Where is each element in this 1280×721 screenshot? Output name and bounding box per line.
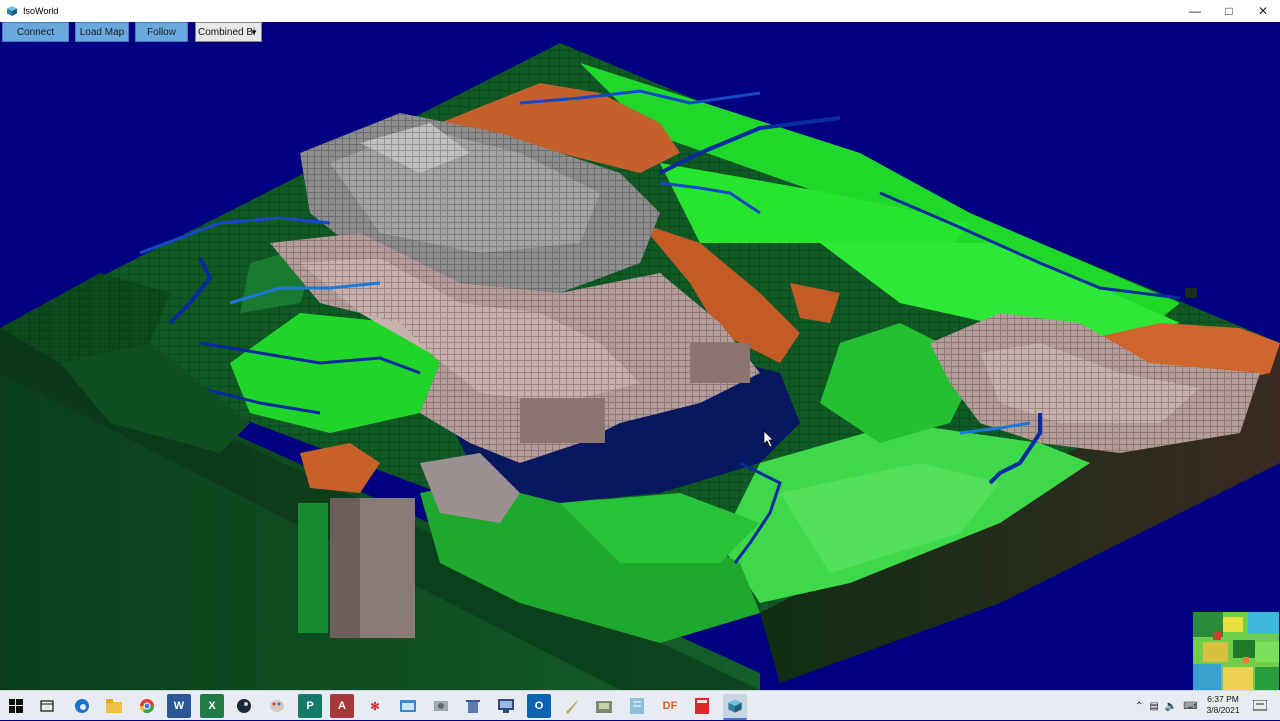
edge-icon[interactable] — [70, 694, 94, 718]
isoworld-taskbar-icon[interactable] — [723, 694, 747, 720]
maximize-icon: □ — [1225, 4, 1233, 18]
network-icon[interactable]: ▤ — [1149, 701, 1158, 712]
outlook-icon[interactable]: O — [527, 694, 551, 718]
minimap[interactable] — [1193, 612, 1279, 690]
volume-icon[interactable]: 🔈 — [1165, 701, 1177, 712]
toolbar: Connect Load Map Follow Combined Bi ▼ — [0, 22, 1280, 43]
system-tray: ⌃ ▤ 🔈 ⌨ — [1135, 691, 1198, 721]
close-button[interactable]: ✕ — [1246, 0, 1280, 22]
chevron-down-icon: ▼ — [250, 28, 258, 37]
view-mode-value: Combined Bi — [198, 26, 256, 38]
title-bar: IsoWorld — □ ✕ — [0, 0, 1280, 22]
isometric-terrain — [0, 43, 1280, 690]
chrome-icon[interactable] — [135, 694, 159, 718]
close-icon: ✕ — [1257, 4, 1269, 18]
df-label: DF — [662, 700, 678, 712]
sword-icon[interactable] — [560, 694, 584, 718]
settings-window-icon[interactable] — [494, 694, 518, 718]
disk-icon[interactable] — [429, 694, 453, 718]
chevron-up-icon[interactable]: ⌃ — [1135, 701, 1143, 712]
game-icon[interactable] — [592, 694, 616, 718]
excel-icon[interactable]: X — [200, 694, 224, 718]
file-explorer-icon[interactable] — [102, 694, 126, 718]
isoworld-cube-icon — [7, 6, 17, 16]
notification-icon[interactable] — [1253, 691, 1267, 721]
task-view-icon[interactable] — [35, 694, 59, 718]
paint-icon[interactable] — [265, 694, 289, 718]
red-book-icon[interactable] — [690, 694, 714, 718]
access-icon[interactable]: A — [330, 694, 354, 718]
cliff-pillar-shade — [330, 498, 360, 638]
trash-icon[interactable] — [461, 694, 485, 718]
app-window-icon[interactable] — [396, 694, 420, 718]
cliff-green — [298, 503, 328, 633]
maximize-button[interactable]: □ — [1212, 0, 1246, 22]
connect-button[interactable]: Connect — [2, 22, 69, 42]
word-icon[interactable]: W — [167, 694, 191, 718]
steam-icon[interactable] — [232, 694, 256, 718]
windows-start-icon[interactable] — [4, 694, 28, 718]
keyboard-icon[interactable]: ⌨ — [1183, 701, 1197, 712]
notebook-icon[interactable] — [625, 694, 649, 718]
clock-time: 6:37 PM — [1207, 694, 1239, 704]
taskbar: W X P A ✻ O DF ⌃ ▤ 🔈 ⌨ 6:37 PM 3/8/2021 — [0, 690, 1280, 720]
window-title: IsoWorld — [23, 6, 59, 16]
minimize-icon: — — [1189, 4, 1201, 18]
view-mode-select[interactable]: Combined Bi ▼ — [195, 22, 262, 42]
world-viewport[interactable] — [0, 43, 1280, 690]
acrobat-icon[interactable]: ✻ — [363, 694, 387, 718]
follow-button[interactable]: Follow — [135, 22, 188, 42]
clock-date: 3/8/2021 — [1206, 705, 1240, 715]
clock[interactable]: 6:37 PM 3/8/2021 — [1198, 694, 1248, 716]
minimize-button[interactable]: — — [1178, 0, 1212, 22]
publisher-icon[interactable]: P — [298, 694, 322, 718]
load-map-button[interactable]: Load Map — [75, 22, 129, 42]
df-icon[interactable]: DF — [658, 694, 682, 718]
